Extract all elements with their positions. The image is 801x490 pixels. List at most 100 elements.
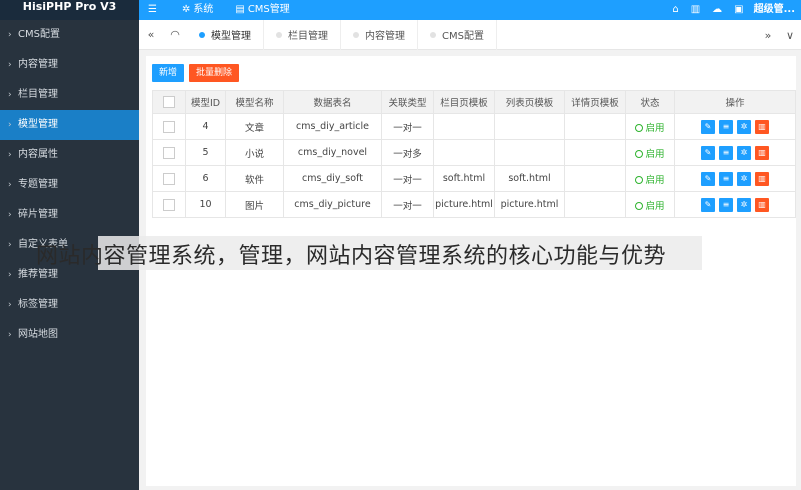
chevron-right-icon: ›	[8, 210, 12, 220]
lock-icon[interactable]: ▣	[734, 3, 743, 17]
menu-toggle-button[interactable]: ☰	[148, 3, 160, 17]
cell-cat-tpl: picture.html	[433, 191, 495, 218]
sidebar-item-cms-config[interactable]: › CMS配置	[0, 20, 139, 50]
delete-icon[interactable]: ▥	[755, 145, 769, 160]
cell-id: 5	[185, 139, 226, 166]
list-fields-icon[interactable]: ≡	[719, 171, 733, 186]
delete-icon[interactable]: ▥	[755, 197, 769, 212]
status-badge[interactable]: 启用	[635, 122, 665, 134]
batch-delete-button[interactable]: 批量删除	[189, 64, 240, 82]
sidebar-item-category[interactable]: › 栏目管理	[0, 80, 139, 110]
row-checkbox[interactable]	[163, 198, 175, 211]
gear-icon: ✲	[181, 4, 191, 15]
edit-icon[interactable]: ✎	[701, 119, 715, 134]
cell-table: cms_diy_soft	[283, 165, 382, 192]
sidebar-item-model[interactable]: › 模型管理	[0, 110, 139, 140]
cell-name: 软件	[225, 165, 284, 192]
cell-detail-tpl	[564, 113, 626, 140]
cell-status[interactable]: 启用	[625, 165, 675, 192]
cell-detail-tpl	[564, 165, 626, 192]
sidebar-item-label: 网站地图	[18, 329, 58, 340]
status-badge[interactable]: 启用	[635, 200, 665, 212]
chevron-right-icon: ›	[8, 270, 12, 280]
tab-model[interactable]: 模型管理	[187, 19, 264, 50]
tab-category[interactable]: 栏目管理	[264, 19, 341, 50]
chevron-right-icon: ›	[8, 300, 12, 310]
sidebar-item-attributes[interactable]: › 内容属性	[0, 140, 139, 170]
cell-status[interactable]: 启用	[625, 139, 675, 166]
sidebar-item-sitemap[interactable]: › 网站地图	[0, 320, 139, 350]
cell-relation: 一对一	[381, 165, 434, 192]
trash-icon[interactable]: ▥	[691, 3, 700, 17]
cell-name: 小说	[225, 139, 284, 166]
row-select-cell[interactable]	[152, 165, 186, 192]
tab-content[interactable]: 内容管理	[341, 19, 418, 50]
table-row: 10 图片 cms_diy_picture 一对一 picture.html p…	[152, 191, 796, 218]
edit-icon[interactable]: ✎	[701, 197, 715, 212]
status-badge[interactable]: 启用	[635, 174, 665, 186]
row-select-cell[interactable]	[152, 113, 186, 140]
settings-icon[interactable]: ✲	[737, 171, 751, 186]
status-label: 启用	[645, 200, 665, 212]
cell-table: cms_diy_novel	[283, 139, 382, 166]
tab-cms-config[interactable]: CMS配置	[418, 19, 497, 50]
top-bar: HisiPHP Pro V3 ☰ ✲ 系统 ▤ CMS管理 ⌂ ▥ ☁ ▣ 超级…	[0, 0, 801, 20]
cloud-icon[interactable]: ☁	[712, 3, 722, 17]
add-button[interactable]: 新增	[152, 64, 185, 82]
check-circle-icon	[635, 149, 644, 158]
column-header: 状态	[625, 90, 675, 114]
status-label: 启用	[645, 174, 665, 186]
settings-icon[interactable]: ✲	[737, 145, 751, 160]
list-fields-icon[interactable]: ≡	[719, 145, 733, 160]
row-select-cell[interactable]	[152, 139, 186, 166]
edit-icon[interactable]: ✎	[701, 145, 715, 160]
chevron-down-icon[interactable]: ∨	[779, 29, 801, 42]
check-circle-icon	[635, 175, 644, 184]
select-all-checkbox[interactable]	[163, 96, 175, 108]
tab-dot-icon	[353, 31, 359, 38]
model-panel: 新增 批量删除 模型ID 模型名称 数据表名 关联类型 栏目页模板 列表页模板 …	[146, 56, 796, 486]
user-menu[interactable]: 超级管...	[754, 3, 795, 17]
status-badge[interactable]: 启用	[635, 149, 665, 160]
cell-list-tpl	[494, 139, 565, 166]
delete-icon[interactable]: ▥	[755, 171, 769, 186]
tabs-scroll-left-icon[interactable]: «	[139, 28, 163, 41]
cell-list-tpl	[494, 113, 565, 140]
list-fields-icon[interactable]: ≡	[719, 119, 733, 134]
home-icon[interactable]: ⌂	[672, 3, 678, 17]
tab-label: CMS配置	[442, 31, 484, 42]
cell-status[interactable]: 启用	[625, 113, 675, 140]
dashboard-icon[interactable]: ◠	[163, 28, 187, 41]
settings-icon[interactable]: ✲	[737, 119, 751, 134]
cell-actions: ✎ ≡ ✲ ▥	[674, 113, 796, 140]
row-checkbox[interactable]	[163, 120, 175, 133]
column-header: 详情页模板	[564, 90, 626, 114]
select-all-cell[interactable]	[152, 90, 186, 114]
sidebar-item-topics[interactable]: › 专题管理	[0, 170, 139, 200]
list-fields-icon[interactable]: ≡	[719, 197, 733, 212]
settings-icon[interactable]: ✲	[737, 197, 751, 212]
nav-cms[interactable]: ▤ CMS管理	[235, 3, 289, 17]
nav-system[interactable]: ✲ 系统	[182, 3, 213, 17]
sidebar-item-fragments[interactable]: › 碎片管理	[0, 200, 139, 230]
status-label: 启用	[645, 122, 665, 134]
sidebar-item-content[interactable]: › 内容管理	[0, 50, 139, 80]
sidebar-item-tags[interactable]: › 标签管理	[0, 290, 139, 320]
row-checkbox[interactable]	[163, 146, 175, 159]
chevron-right-icon: ›	[8, 150, 12, 160]
cell-actions: ✎ ≡ ✲ ▥	[674, 191, 796, 218]
chevron-right-icon: ›	[8, 30, 12, 40]
tabs-scroll-right-icon[interactable]: »	[757, 29, 779, 42]
row-checkbox[interactable]	[163, 172, 175, 185]
cell-name: 图片	[225, 191, 284, 218]
tab-label: 栏目管理	[288, 31, 328, 42]
cell-status[interactable]: 启用	[625, 191, 675, 218]
row-select-cell[interactable]	[152, 191, 186, 218]
table-row: 6 软件 cms_diy_soft 一对一 soft.html soft.htm…	[152, 165, 796, 192]
edit-icon[interactable]: ✎	[701, 171, 715, 186]
cell-table: cms_diy_article	[283, 113, 382, 140]
delete-icon[interactable]: ▥	[755, 119, 769, 134]
cell-id: 4	[185, 113, 226, 140]
chevron-right-icon: ›	[8, 120, 12, 130]
menu-toggle-icon: ☰	[148, 4, 157, 15]
